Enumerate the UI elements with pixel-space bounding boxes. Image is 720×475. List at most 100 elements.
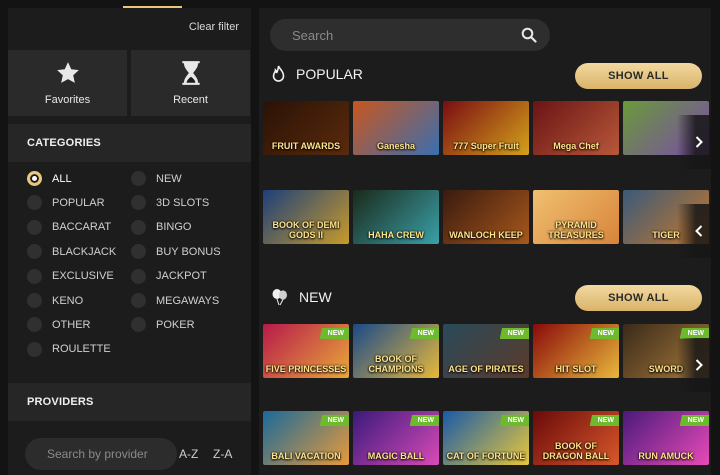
new-badge: NEW (499, 415, 529, 426)
category-3d-slots[interactable]: 3D SLOTS (131, 195, 210, 211)
category-label: POKER (156, 318, 195, 331)
category-label: POPULAR (52, 196, 105, 209)
category-label: BLACKJACK (52, 245, 117, 258)
category-label: ROULETTE (52, 343, 111, 356)
category-jackpot[interactable]: JACKPOT (131, 268, 207, 284)
category-label: JACKPOT (156, 270, 207, 283)
category-radio[interactable] (27, 244, 42, 260)
category-radio[interactable] (27, 219, 42, 235)
category-new[interactable]: NEW (131, 171, 182, 186)
new-badge: NEW (589, 415, 619, 426)
game-tile[interactable]: HAHA CREW (353, 190, 439, 244)
game-title: CAT OF FORTUNE (446, 451, 526, 461)
category-megaways[interactable]: MEGAWAYS (131, 293, 219, 308)
popular-section-title: POPULAR (271, 65, 363, 83)
filter-sidebar: Clear filter Favorites Recent CATEGORIES… (8, 8, 251, 475)
games-panel: POPULAR SHOW ALL FRUIT AWARDS Ganesha 777 … (259, 8, 711, 475)
category-label: NEW (156, 172, 182, 185)
category-radio[interactable] (27, 268, 42, 284)
popular-row-1-next[interactable] (677, 115, 711, 169)
game-tile[interactable]: NEW AGE OF PIRATES (443, 324, 529, 378)
game-tile[interactable]: BOOK OF DEMI GODS II (263, 190, 349, 244)
category-radio[interactable] (27, 341, 42, 357)
game-tile[interactable]: NEW HIT SLOT (533, 324, 619, 378)
game-tile[interactable]: NEW BALI VACATION (263, 411, 349, 465)
casino-lobby: Clear filter Favorites Recent CATEGORIES… (0, 0, 720, 475)
category-roulette[interactable]: ROULETTE (27, 341, 111, 357)
game-tile[interactable]: FRUIT AWARDS (263, 101, 349, 155)
new-badge: NEW (409, 415, 439, 426)
game-tile[interactable]: NEW BOOK OF DRAGON BALL (533, 411, 619, 465)
game-title: Mega Chef (553, 141, 599, 151)
category-radio[interactable] (131, 171, 146, 186)
game-title: HAHA CREW (368, 230, 424, 240)
fire-icon (272, 65, 285, 82)
game-tile[interactable]: 777 Super Fruit (443, 101, 529, 155)
category-baccarat[interactable]: BACCARAT (27, 219, 112, 235)
category-label: BINGO (156, 221, 192, 234)
game-title: 777 Super Fruit (453, 141, 519, 151)
category-radio[interactable] (131, 219, 146, 235)
category-label: EXCLUSIVE (52, 270, 114, 283)
provider-search-input[interactable] (25, 438, 177, 470)
category-label: MEGAWAYS (156, 294, 220, 307)
game-search (270, 19, 550, 51)
game-tile[interactable]: PYRAMID TREASURES (533, 190, 619, 244)
category-poker[interactable]: POKER (131, 317, 195, 333)
game-tile[interactable]: NEW BOOK OF CHAMPIONS (353, 324, 439, 378)
game-title: WANLOCH KEEP (449, 230, 523, 240)
category-bingo[interactable]: BINGO (131, 219, 192, 235)
clear-filter-link[interactable]: Clear filter (189, 21, 239, 33)
game-search-input[interactable] (270, 19, 510, 51)
game-tile[interactable]: NEW CAT OF FORTUNE (443, 411, 529, 465)
category-label: ALL (52, 172, 72, 185)
category-radio[interactable] (27, 195, 42, 211)
game-title: BOOK OF CHAMPIONS (368, 354, 424, 374)
category-all[interactable]: ALL (27, 171, 72, 186)
category-label: 3D SLOTS (156, 196, 210, 209)
recent-button[interactable]: Recent (131, 50, 250, 116)
popular-row-2-prev[interactable] (677, 204, 711, 258)
category-buy-bonus[interactable]: BUY BONUS (131, 244, 221, 260)
sort-za-button[interactable]: Z-A (213, 447, 232, 461)
category-label: BACCARAT (52, 221, 112, 234)
category-radio[interactable] (131, 195, 146, 211)
sort-az-button[interactable]: A-Z (179, 447, 198, 461)
game-title: BOOK OF DEMI GODS II (272, 220, 340, 240)
chevron-right-icon (695, 359, 703, 371)
game-title: PYRAMID TREASURES (548, 220, 604, 240)
category-exclusive[interactable]: EXCLUSIVE (27, 268, 114, 284)
new-show-all-button[interactable]: SHOW ALL (575, 285, 702, 311)
category-label: KENO (52, 294, 84, 307)
recent-label: Recent (173, 94, 208, 106)
category-popular[interactable]: POPULAR (27, 195, 105, 211)
game-tile[interactable]: NEW RUN AMUCK (623, 411, 709, 465)
new-row-1-next[interactable] (677, 338, 711, 392)
category-radio[interactable] (27, 171, 42, 186)
game-tile[interactable]: Ganesha (353, 101, 439, 155)
favorites-button[interactable]: Favorites (8, 50, 127, 116)
game-tile[interactable]: WANLOCH KEEP (443, 190, 529, 244)
game-title: AGE OF PIRATES (448, 364, 524, 374)
new-badge: NEW (679, 415, 709, 426)
new-badge: NEW (409, 328, 439, 339)
search-icon[interactable] (521, 27, 537, 43)
category-other[interactable]: OTHER (27, 317, 91, 333)
category-radio[interactable] (131, 293, 146, 308)
game-tile[interactable]: Mega Chef (533, 101, 619, 155)
category-radio[interactable] (131, 268, 146, 284)
category-blackjack[interactable]: BLACKJACK (27, 244, 117, 260)
category-radio[interactable] (27, 293, 42, 308)
game-title: FRUIT AWARDS (271, 141, 341, 151)
game-title: Ganesha (376, 141, 416, 151)
category-radio[interactable] (131, 317, 146, 333)
category-keno[interactable]: KENO (27, 293, 83, 308)
game-title: RUN AMUCK (638, 451, 694, 461)
new-badge: NEW (499, 328, 529, 339)
game-tile[interactable]: NEW FIVE PRINCESSES (263, 324, 349, 378)
hourglass-icon (181, 61, 200, 85)
category-radio[interactable] (131, 244, 146, 260)
category-radio[interactable] (27, 317, 42, 333)
game-tile[interactable]: NEW MAGIC BALL (353, 411, 439, 465)
popular-show-all-button[interactable]: SHOW ALL (575, 63, 702, 89)
